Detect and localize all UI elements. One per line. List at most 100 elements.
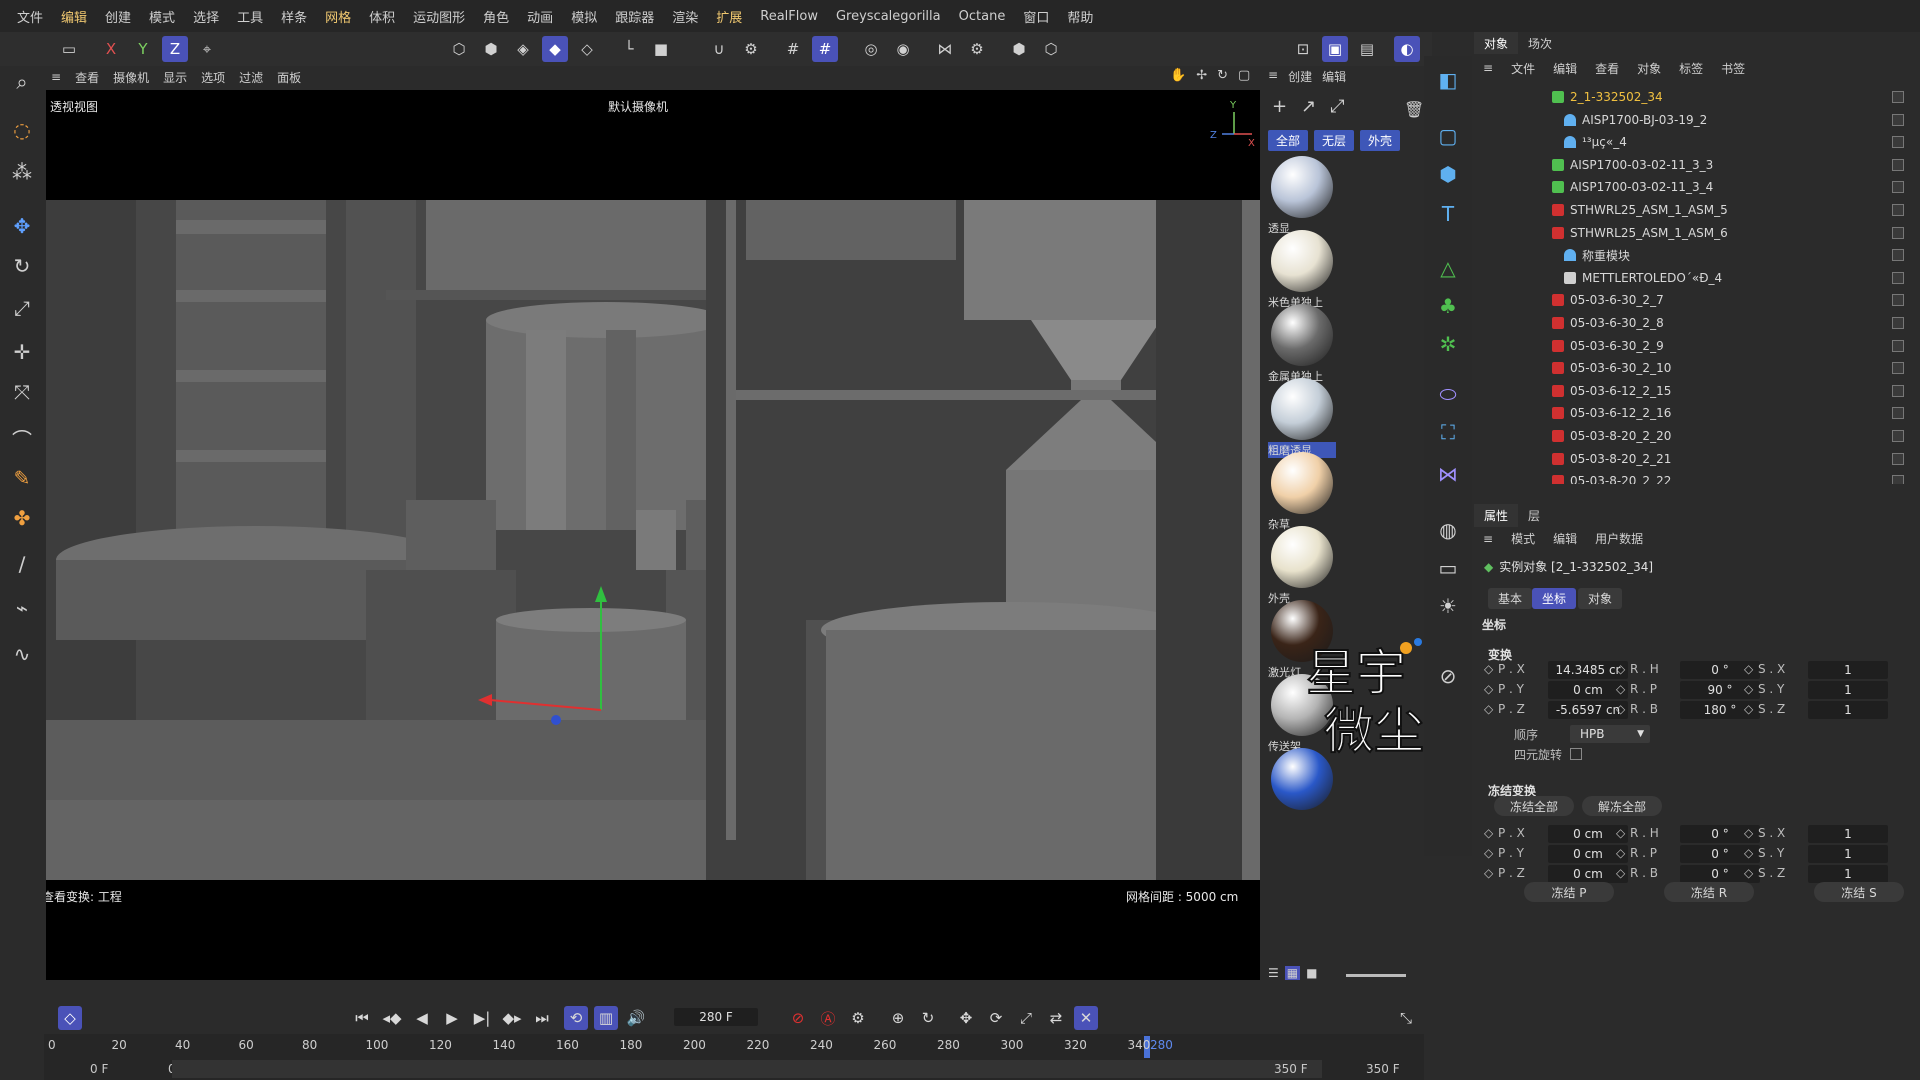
visibility-checkbox[interactable] — [1892, 271, 1904, 284]
object-row[interactable]: AISP1700-03-02-11_3_4 — [1478, 176, 1914, 198]
viewport[interactable]: 透视视图 默认摄像机 Y Z X 查看变换: 工程 网格间距: 5000 cm — [46, 90, 1260, 980]
object-row[interactable]: 05-03-6-30_2_9 — [1478, 335, 1914, 357]
rotate-tool-icon[interactable]: ↻ — [8, 252, 36, 280]
key-rot-icon[interactable]: ↻ — [916, 1006, 940, 1030]
material-swatch[interactable]: 金属单独上 — [1268, 304, 1336, 386]
large-view-icon[interactable]: ■ — [1306, 966, 1317, 980]
loop-icon[interactable]: ⟲ — [564, 1006, 588, 1030]
material-swatch[interactable]: 粗磨透显 — [1268, 378, 1336, 460]
next-frame-icon[interactable]: ▶| — [470, 1006, 494, 1030]
lock-y-button[interactable]: Y — [130, 36, 156, 62]
visibility-checkbox[interactable] — [1892, 294, 1904, 307]
keyframe-diamond-icon[interactable]: ◇ — [1616, 826, 1625, 840]
render-settings-icon[interactable]: ◉ — [890, 36, 916, 62]
camera-icon[interactable]: ▭ — [1434, 554, 1462, 582]
dolly-icon[interactable]: ✢ — [1196, 68, 1207, 83]
fps-icon[interactable]: ▥ — [594, 1006, 618, 1030]
lock-x-button[interactable]: X — [98, 36, 124, 62]
subtab-basic[interactable]: 基本 — [1488, 588, 1533, 609]
material-swatch[interactable]: 外壳 — [1268, 526, 1336, 608]
visibility-checkbox[interactable] — [1892, 113, 1904, 126]
menu-item-8[interactable]: 体积 — [369, 7, 395, 26]
object-row[interactable]: 称重模块 — [1478, 244, 1914, 266]
field-value[interactable]: 1 — [1808, 701, 1888, 719]
menu-item-16[interactable]: RealFlow — [760, 9, 818, 24]
material-menu-icon[interactable]: ≡ — [1268, 68, 1278, 85]
object-menu-item[interactable]: 书签 — [1721, 60, 1745, 77]
viewport-menu-item[interactable]: 过滤 — [239, 69, 263, 86]
eyedropper-icon[interactable]: ⤢ — [1330, 96, 1344, 117]
render-picture-viewer-icon[interactable]: ▣ — [1322, 36, 1348, 62]
material-size-slider[interactable] — [1346, 974, 1406, 977]
magnet-icon[interactable]: ✤ — [8, 504, 36, 532]
menu-item-15[interactable]: 扩展 — [716, 7, 742, 26]
tab-no-layer[interactable]: 无层 — [1314, 130, 1355, 151]
keyframe-diamond-icon[interactable]: ◇ — [1484, 702, 1493, 716]
keyframe-diamond-icon[interactable]: ◇ — [1616, 662, 1625, 676]
object-row[interactable]: METTLERTOLEDO´«Ð_4 — [1478, 267, 1914, 289]
freeze-r-button[interactable]: 冻结 R — [1664, 882, 1754, 902]
field-value[interactable]: 1 — [1808, 845, 1888, 863]
end-frame[interactable]: 350 F — [1366, 1062, 1400, 1076]
menu-item-12[interactable]: 模拟 — [571, 7, 597, 26]
spline-pen-icon[interactable]: ⌒ — [8, 424, 36, 452]
prev-key-icon[interactable]: ◂◆ — [380, 1006, 404, 1030]
object-menu-icon[interactable]: ≡ — [1483, 61, 1493, 75]
polygons-mode-icon[interactable]: ◈ — [510, 36, 536, 62]
brush-icon[interactable]: ✎ — [8, 464, 36, 492]
menu-item-1[interactable]: 编辑 — [61, 7, 87, 26]
cube-icon[interactable]: ◧ — [1434, 66, 1462, 94]
octane-settings-icon[interactable]: ⬡ — [1038, 36, 1064, 62]
tab-attributes[interactable]: 属性 — [1474, 504, 1519, 527]
knife-icon[interactable]: ∕ — [8, 550, 36, 578]
add-material-icon[interactable]: + — [1272, 96, 1287, 117]
attribute-menu-item[interactable]: 编辑 — [1553, 530, 1577, 547]
grid-snap-icon[interactable]: # — [812, 36, 838, 62]
freeze-s-button[interactable]: 冻结 S — [1814, 882, 1904, 902]
keyframe-diamond-icon[interactable]: ◇ — [1484, 866, 1493, 880]
object-menu-item[interactable]: 编辑 — [1553, 60, 1577, 77]
preview-end-frame[interactable]: 350 F — [1274, 1062, 1308, 1076]
viewport-menu-item[interactable]: 显示 — [163, 69, 187, 86]
timeline-ruler[interactable]: 280 0 20 40 60 80 100 120 140 160 180 200 220 240 260… — [44, 1034, 1424, 1058]
grid-view-icon[interactable]: ▦ — [1284, 966, 1301, 980]
field-value[interactable]: 1 — [1808, 661, 1888, 679]
symmetry-icon[interactable]: ⋈ — [932, 36, 958, 62]
viewport-menu-icon[interactable]: ≡ — [51, 70, 61, 84]
object-row[interactable]: STHWRL25_ASM_1_ASM_6 — [1478, 222, 1914, 244]
keyframe-diamond-icon[interactable]: ◇ — [1484, 826, 1493, 840]
menu-item-14[interactable]: 渲染 — [672, 7, 698, 26]
visibility-checkbox[interactable] — [1892, 158, 1904, 171]
keyframe-diamond-icon[interactable]: ◇ — [1744, 662, 1753, 676]
object-row[interactable]: AISP1700-BJ-03-19_2 — [1478, 109, 1914, 131]
object-menu-item[interactable]: 查看 — [1595, 60, 1619, 77]
freeze-p-button[interactable]: 冻结 P — [1524, 882, 1614, 902]
orbit-icon[interactable]: ↻ — [1217, 68, 1228, 83]
field-value[interactable]: 1 — [1808, 681, 1888, 699]
menu-item-6[interactable]: 样条 — [281, 7, 307, 26]
field-value[interactable]: 1 — [1808, 865, 1888, 883]
object-row[interactable]: 2_1-332502_34 — [1478, 86, 1914, 108]
keyframe-diamond-icon[interactable]: ◇ — [1744, 826, 1753, 840]
coord-system-icon[interactable]: ⌖ — [194, 36, 220, 62]
spline-icon[interactable]: ⋈ — [1434, 460, 1462, 488]
visibility-checkbox[interactable] — [1892, 430, 1904, 442]
record-icon[interactable]: ⊘ — [786, 1006, 810, 1030]
transform-icon[interactable]: ✛ — [8, 338, 36, 366]
menu-item-19[interactable]: 窗口 — [1023, 7, 1049, 26]
autokey-icon[interactable]: Ⓐ — [816, 1006, 840, 1030]
pan-icon[interactable]: ✋ — [1170, 68, 1186, 83]
rotate-key-icon[interactable]: ⟳ — [984, 1006, 1008, 1030]
menu-item-10[interactable]: 角色 — [483, 7, 509, 26]
visibility-checkbox[interactable] — [1892, 181, 1904, 194]
keyframe-diamond-icon[interactable]: ◇ — [1616, 702, 1625, 716]
lasso-icon[interactable]: ∿ — [8, 640, 36, 668]
menu-item-5[interactable]: 工具 — [237, 7, 263, 26]
pla-key-icon[interactable]: ✕ — [1074, 1006, 1098, 1030]
attribute-menu-item[interactable]: 用户数据 — [1595, 530, 1643, 547]
lock-z-button[interactable]: Z — [162, 36, 188, 62]
tab-shell[interactable]: 外壳 — [1360, 130, 1401, 151]
text-icon[interactable]: T — [1434, 200, 1462, 228]
visibility-checkbox[interactable] — [1892, 226, 1904, 239]
material-swatch[interactable]: 透显 — [1268, 156, 1336, 238]
